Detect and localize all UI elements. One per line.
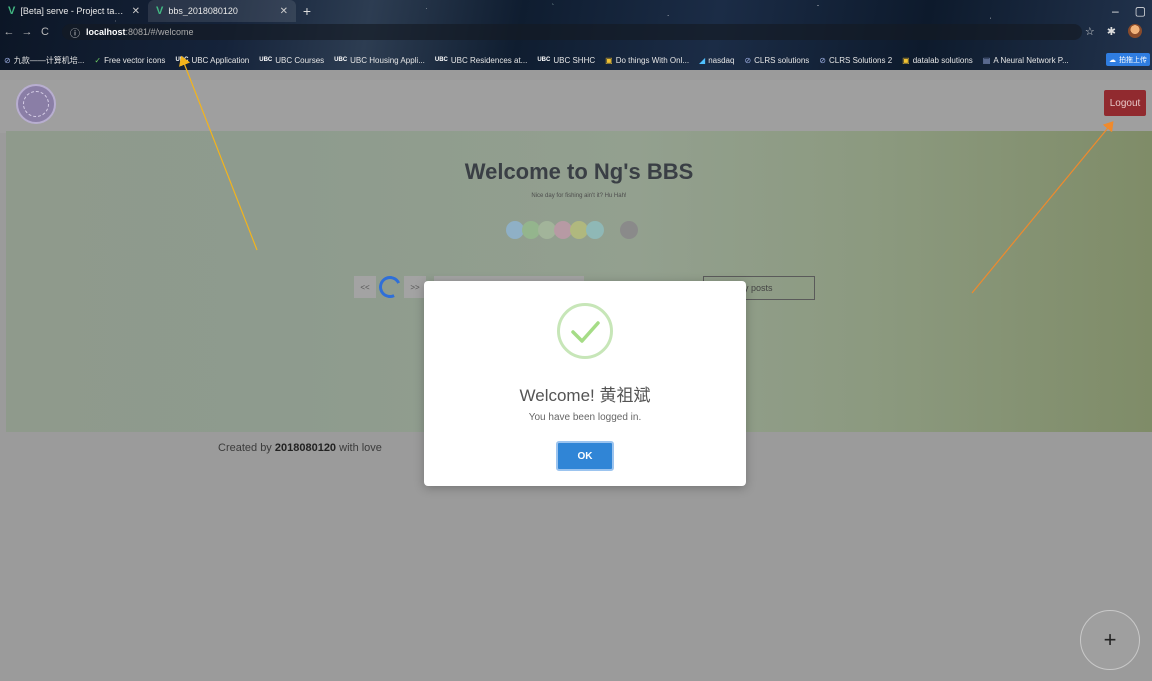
tab-title: bbs_2018080120 (168, 6, 238, 16)
reload-icon[interactable]: C (36, 26, 54, 38)
dialog-message: You have been logged in. (528, 412, 642, 423)
login-success-dialog: Welcome! 黄祖斌 You have been logged in. OK (424, 281, 746, 486)
info-icon[interactable]: ⓘ (70, 25, 80, 40)
upload-extension-button[interactable]: ☁ 拍拖上传 (1106, 53, 1150, 66)
window-controls: – ▢ (1112, 0, 1146, 22)
bookmark-item[interactable]: ▣ datalab solutions (902, 56, 973, 65)
extensions-icon[interactable]: ✱ (1107, 25, 1116, 38)
ubc-icon: UBC (334, 57, 348, 63)
bookmark-item[interactable]: ▣ Do things With Onl... (605, 56, 689, 65)
back-icon[interactable]: ← (0, 26, 18, 38)
bookmarks-bar: ⊘ 九款——计算机培... ✓ Free vector icons UBC UBC A… (0, 51, 1152, 69)
ubc-icon: UBC (537, 57, 551, 63)
ubc-icon: UBC (175, 57, 189, 63)
check-icon (557, 303, 613, 359)
globe-icon: ⊘ (819, 55, 826, 65)
tab-bar: V [Beta] serve - Project tasks - Vue ✕ V… (0, 0, 1152, 22)
bookmark-item[interactable]: ◢ nasdaq (699, 56, 734, 65)
globe-icon: ⊘ (4, 55, 11, 65)
forward-icon[interactable]: → (18, 26, 36, 38)
bookmark-item[interactable]: ⊘ CLRS solutions (744, 56, 809, 65)
new-tab-button[interactable]: + (296, 0, 318, 22)
page-title: Welcome to Ng's BBS (464, 159, 694, 184)
bookmark-item[interactable]: UBC UBC Residences at... (435, 56, 527, 65)
bookmark-item[interactable]: ⊘ 九款——计算机培... (4, 55, 84, 66)
logout-button[interactable]: Logout (1104, 90, 1146, 116)
close-icon[interactable]: ✕ (132, 6, 140, 17)
restore-icon[interactable]: ▢ (1135, 4, 1146, 18)
ubc-icon: UBC (434, 57, 448, 63)
bookmark-item[interactable]: ✓ Free vector icons (94, 56, 165, 65)
dialog-title: Welcome! 黄祖斌 (519, 386, 651, 405)
toolbar-right: ☆ ✱ (1085, 24, 1142, 38)
tab-project-tasks[interactable]: V [Beta] serve - Project tasks - Vue ✕ (0, 0, 148, 22)
book-icon: ▣ (902, 55, 910, 65)
bookmark-item[interactable]: UBC UBC Courses (259, 56, 324, 65)
bookmark-item[interactable]: ▤ A Neural Network P... (983, 56, 1069, 65)
bookmark-item[interactable]: ⊘ CLRS Solutions 2 (819, 56, 892, 65)
url-text: localhost:8081/#/welcome (86, 27, 194, 37)
bookmark-item[interactable]: UBC UBC Housing Appli... (334, 56, 425, 65)
loading-spinner-icon (375, 272, 405, 302)
page-subtitle: Nice day for fishing ain't it? Hu Hah! (531, 193, 627, 199)
star-icon[interactable]: ☆ (1085, 25, 1095, 38)
app-header: Logout (0, 80, 1152, 133)
university-logo[interactable] (16, 84, 56, 124)
globe-icon: ⊘ (744, 55, 752, 65)
ubc-icon: UBC (259, 57, 273, 63)
cloud-icon: ☁ (1109, 56, 1116, 64)
tab-title: [Beta] serve - Project tasks - Vue (20, 6, 127, 16)
close-icon[interactable]: ✕ (280, 6, 288, 17)
address-bar[interactable]: ⓘ localhost:8081/#/welcome (62, 24, 1082, 40)
bookmark-item[interactable]: UBC UBC SHHC (537, 56, 595, 65)
prev-page-button[interactable]: << (354, 276, 376, 298)
document-icon: ▤ (982, 55, 991, 65)
footer-credit: Created by 2018080120 with love (218, 442, 382, 454)
tab-bbs[interactable]: V bbs_2018080120 ✕ (148, 0, 296, 22)
profile-avatar[interactable] (1128, 24, 1142, 38)
vector-icon: ✓ (94, 55, 102, 65)
vue-icon: V (156, 5, 164, 17)
browser-chrome: V [Beta] serve - Project tasks - Vue ✕ V… (0, 0, 1152, 70)
bookmark-item[interactable]: UBC UBC Application (175, 56, 249, 65)
minimize-icon[interactable]: – (1112, 4, 1119, 18)
nasdaq-icon: ◢ (699, 55, 706, 65)
address-row: ← → C ⓘ localhost:8081/#/welcome ☆ ✱ (0, 22, 1152, 42)
vue-icon: V (8, 5, 16, 17)
next-page-button[interactable]: >> (404, 276, 426, 298)
ok-button[interactable]: OK (556, 441, 614, 471)
color-dot (620, 221, 638, 239)
book-icon: ▣ (605, 55, 613, 65)
color-dots (506, 221, 638, 239)
add-post-button[interactable]: + (1080, 610, 1140, 670)
